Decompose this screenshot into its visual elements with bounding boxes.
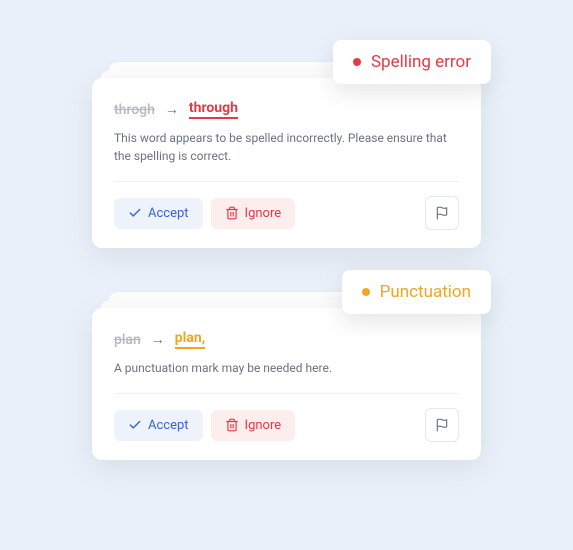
suggestion-card-stack: Spelling error throgh → through This wor…	[18, 78, 555, 248]
action-row: Accept Ignore	[114, 408, 459, 442]
trash-icon	[225, 418, 239, 432]
error-type-badge: Spelling error	[333, 40, 491, 84]
check-icon	[128, 206, 142, 220]
ignore-button[interactable]: Ignore	[211, 410, 296, 441]
badge-label: Punctuation	[380, 282, 471, 302]
correction-line: plan → plan,	[114, 330, 459, 349]
action-row: Accept Ignore	[114, 196, 459, 230]
accept-button[interactable]: Accept	[114, 410, 203, 441]
check-icon	[128, 418, 142, 432]
new-word: plan,	[175, 330, 205, 349]
error-type-badge: Punctuation	[342, 270, 491, 314]
accept-label: Accept	[148, 418, 189, 433]
ignore-label: Ignore	[245, 418, 282, 433]
flag-icon	[435, 206, 449, 220]
ignore-label: Ignore	[245, 206, 282, 221]
new-word: through	[189, 100, 238, 119]
arrow-icon: →	[151, 331, 165, 348]
suggestion-card: Punctuation plan → plan, A punctuation m…	[92, 308, 481, 460]
dot-icon	[353, 58, 361, 66]
trash-icon	[225, 206, 239, 220]
accept-label: Accept	[148, 206, 189, 221]
badge-label: Spelling error	[371, 52, 471, 72]
arrow-icon: →	[165, 101, 179, 118]
flag-button[interactable]	[425, 408, 459, 442]
old-word: plan	[114, 332, 141, 348]
ignore-button[interactable]: Ignore	[211, 198, 296, 229]
divider	[114, 393, 459, 394]
suggestion-card-stack: Punctuation plan → plan, A punctuation m…	[18, 308, 555, 460]
flag-icon	[435, 418, 449, 432]
old-word: throgh	[114, 102, 155, 118]
correction-line: throgh → through	[114, 100, 459, 119]
divider	[114, 181, 459, 182]
suggestion-description: A punctuation mark may be needed here.	[114, 359, 459, 377]
flag-button[interactable]	[425, 196, 459, 230]
suggestion-description: This word appears to be spelled incorrec…	[114, 129, 459, 165]
suggestion-card: Spelling error throgh → through This wor…	[92, 78, 481, 248]
accept-button[interactable]: Accept	[114, 198, 203, 229]
dot-icon	[362, 288, 370, 296]
